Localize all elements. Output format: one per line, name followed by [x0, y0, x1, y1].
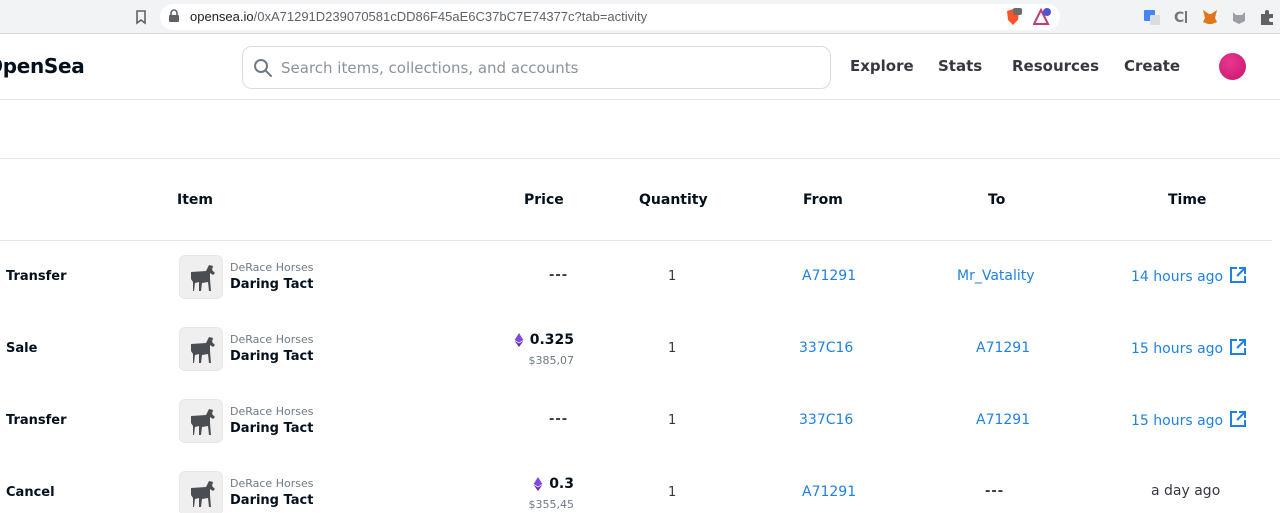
search-icon [254, 59, 272, 77]
url-path: /0xA71291D239070581cDD86F45aE6C37bC7E743… [253, 9, 648, 24]
time-link[interactable]: 15 hours ago [1131, 341, 1223, 357]
collection-name[interactable]: DeRace Horses [230, 405, 313, 418]
header-from: From [803, 192, 843, 208]
horse-image-icon [191, 481, 215, 507]
bookmark-icon[interactable] [133, 9, 149, 25]
table-row[interactable]: Sale DeRace Horses Daring Tact 0.325 $38… [0, 312, 1272, 384]
table-row[interactable]: Transfer DeRace Horses Daring Tact --- 1… [0, 240, 1272, 312]
item-name[interactable]: Daring Tact [230, 421, 313, 436]
header-time: Time [1168, 192, 1207, 208]
price-empty: --- [549, 268, 569, 283]
price-cell: 0.325 $385,07 [500, 332, 574, 367]
header-to: To [988, 192, 1006, 208]
collection-name[interactable]: DeRace Horses [230, 333, 313, 346]
to-empty: --- [985, 484, 1005, 499]
collection-name[interactable]: DeRace Horses [230, 477, 313, 490]
extensions-puzzle-icon[interactable] [1258, 8, 1276, 26]
quantity-value: 1 [668, 269, 677, 284]
search-input[interactable] [281, 55, 801, 81]
price-empty: --- [549, 412, 569, 427]
price-eth-wrap: 0.3 [533, 476, 574, 492]
brave-rewards-icon[interactable] [1033, 8, 1051, 26]
external-link-icon[interactable] [1229, 266, 1247, 284]
horse-image-icon [191, 265, 215, 291]
cat-extension-icon[interactable] [1230, 8, 1248, 26]
time-link[interactable]: 15 hours ago [1131, 413, 1223, 429]
url-text[interactable]: opensea.io/0xA71291D239070581cDD86F45aE6… [190, 9, 647, 24]
price-eth-value: 0.325 [529, 332, 574, 348]
price-eth-value: 0.3 [549, 476, 574, 492]
site-header: OpenSea Explore Stats Resources Create [0, 34, 1280, 100]
metamask-fox-icon[interactable] [1201, 8, 1219, 26]
to-account-link[interactable]: A71291 [976, 412, 1030, 428]
item-thumbnail[interactable] [179, 327, 223, 371]
brand-logo-text[interactable]: OpenSea [0, 54, 85, 78]
from-account-link[interactable]: 337C16 [799, 340, 853, 356]
to-account-link[interactable]: A71291 [976, 340, 1030, 356]
horse-image-icon [191, 337, 215, 363]
svg-text:C: C [1174, 10, 1184, 26]
item-thumbnail[interactable] [179, 399, 223, 443]
nav-stats[interactable]: Stats [938, 57, 982, 75]
time-cell[interactable]: 15 hours ago [1131, 338, 1247, 357]
event-type: Sale [6, 341, 38, 356]
external-link-icon[interactable] [1229, 410, 1247, 428]
header-quantity: Quantity [639, 192, 708, 208]
item-name[interactable]: Daring Tact [230, 277, 313, 292]
brave-shield-icon[interactable] [1004, 8, 1022, 26]
event-type: Transfer [6, 269, 67, 284]
from-account-link[interactable]: A71291 [802, 484, 856, 500]
price-eth-wrap: 0.325 [514, 332, 574, 348]
from-account-link[interactable]: 337C16 [799, 412, 853, 428]
time-text: a day ago [1151, 483, 1221, 499]
to-account-link[interactable]: Mr_Vatality [957, 268, 1035, 284]
price-usd-value: $355,45 [528, 498, 575, 511]
time-cell[interactable]: 14 hours ago [1131, 266, 1247, 285]
nav-explore[interactable]: Explore [850, 57, 914, 75]
quantity-value: 1 [668, 485, 677, 500]
event-type: Cancel [6, 485, 55, 500]
extension-c-icon[interactable]: C [1172, 8, 1190, 26]
item-name[interactable]: Daring Tact [230, 493, 313, 508]
translate-icon[interactable] [1143, 8, 1161, 26]
ethereum-icon [533, 477, 543, 491]
lock-icon[interactable] [168, 9, 180, 23]
external-link-icon[interactable] [1229, 338, 1247, 356]
browser-toolbar: opensea.io/0xA71291D239070581cDD86F45aE6… [0, 0, 1280, 34]
nav-resources[interactable]: Resources [1012, 57, 1099, 75]
header-item: Item [177, 192, 213, 208]
avatar[interactable] [1219, 53, 1246, 80]
price-cell: 0.3 $355,45 [500, 476, 575, 511]
time-cell[interactable]: 15 hours ago [1131, 410, 1247, 429]
search-bar[interactable] [242, 46, 831, 89]
collection-name[interactable]: DeRace Horses [230, 261, 313, 274]
horse-image-icon [191, 409, 215, 435]
header-price: Price [524, 192, 564, 208]
item-thumbnail[interactable] [179, 471, 223, 513]
quantity-value: 1 [668, 413, 677, 428]
quantity-value: 1 [668, 341, 677, 356]
table-row[interactable]: Transfer DeRace Horses Daring Tact --- 1… [0, 384, 1272, 456]
ethereum-icon [514, 333, 524, 347]
url-domain: opensea.io [190, 9, 254, 24]
event-type: Transfer [6, 413, 67, 428]
time-link[interactable]: 14 hours ago [1131, 269, 1223, 285]
item-thumbnail[interactable] [179, 255, 223, 299]
from-account-link[interactable]: A71291 [802, 268, 856, 284]
nav-create[interactable]: Create [1124, 57, 1180, 75]
table-row[interactable]: Cancel DeRace Horses Daring Tact 0.3 $35… [0, 456, 1272, 513]
table-header: Item Price Quantity From To Time [0, 159, 1272, 241]
price-usd-value: $385,07 [528, 354, 575, 367]
item-name[interactable]: Daring Tact [230, 349, 313, 364]
